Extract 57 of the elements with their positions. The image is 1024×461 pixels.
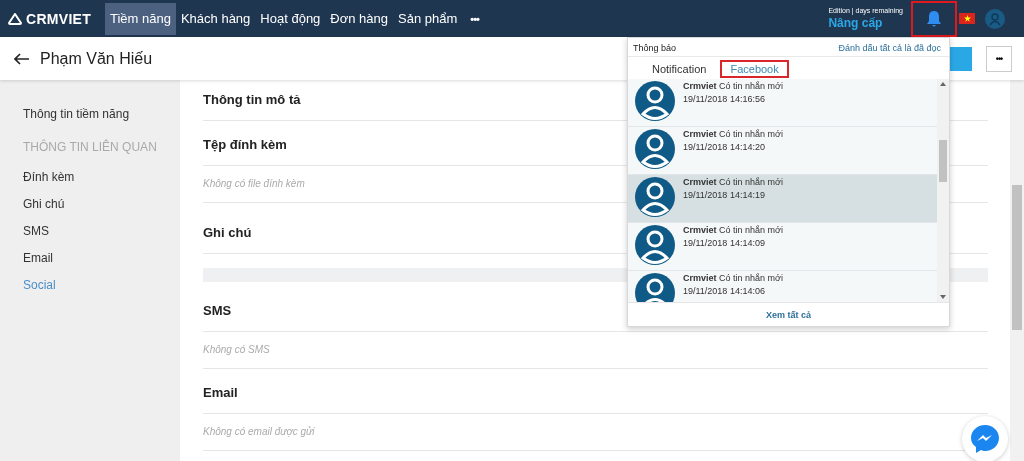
scroll-up-arrow-icon[interactable] [940,82,946,86]
notification-message: Crmviet Có tin nhắn mới [683,129,783,139]
see-all-link[interactable]: Xem tất cả [766,309,811,320]
record-title: Phạm Văn Hiếu [40,49,153,68]
notification-message: Crmviet Có tin nhắn mới [683,81,783,91]
sidebar-item[interactable]: SMS [23,223,180,250]
upgrade-link[interactable]: Nâng cấp [828,16,903,30]
notification-bell-button[interactable] [911,0,957,37]
scrollbar-thumb[interactable] [939,139,947,182]
flag-icon[interactable] [959,13,975,24]
panel-tab[interactable]: Notification [642,60,717,78]
notification-time: 19/11/2018 14:14:20 [683,142,766,152]
notification-message: Crmviet Có tin nhắn mới [683,225,783,235]
notification-item[interactable]: Crmviet Có tin nhắn mới 19/11/2018 14:16:56 [628,79,937,127]
bell-icon [926,9,942,28]
nav-item[interactable]: Sản phẩm [393,2,463,35]
notification-item[interactable]: Crmviet Có tin nhắn mới 19/11/2018 14:14:09 [628,223,937,271]
nav-item[interactable]: Khách hàng [175,2,256,35]
section-title: Email [203,377,988,414]
nav-item[interactable]: Tiềm năng [105,2,176,35]
avatar-icon [635,273,675,302]
back-arrow-icon[interactable] [14,52,30,65]
logo-icon [8,12,22,25]
notification-time: 19/11/2018 14:14:06 [683,286,766,296]
scroll-down-arrow-icon[interactable] [940,295,946,299]
sidebar-item[interactable]: Thông tin tiềm năng [23,106,180,133]
logo-text: CRMVIET [26,10,92,27]
avatar-icon [635,177,675,217]
more-menu[interactable]: ••• [462,12,487,25]
notification-time: 19/11/2018 14:14:19 [683,190,766,200]
notification-message: Crmviet Có tin nhắn mới [683,273,783,283]
sidebar-item[interactable]: Ghi chú [23,196,180,223]
page-scrollbar[interactable] [1010,80,1024,461]
nav-item[interactable]: Đơn hàng [325,2,394,35]
scrollbar-thumb[interactable] [1012,185,1022,330]
mark-all-read-link[interactable]: Đánh dấu tất cả là đã đọc [838,43,941,53]
chat-bubble-icon [969,423,1001,455]
notification-time: 19/11/2018 14:14:09 [683,238,766,248]
empty-message: Không có SMS [203,332,988,369]
avatar-icon [635,81,675,121]
panel-title: Thông báo [633,43,677,53]
avatar-icon [635,225,675,265]
notification-message: Crmviet Có tin nhắn mới [683,177,783,187]
notification-item[interactable]: Crmviet Có tin nhắn mới 19/11/2018 14:14:19 [628,175,937,223]
logo[interactable]: CRMVIET [8,10,105,27]
sidebar-heading: THÔNG TIN LIÊN QUAN [23,139,158,156]
sidebar-item[interactable]: Email [23,250,180,277]
avatar-icon [635,129,675,169]
sidebar-item[interactable]: Đính kèm [23,169,180,196]
more-button[interactable]: ••• [986,45,1012,72]
list-scrollbar[interactable] [937,79,949,302]
action-button[interactable] [948,46,972,71]
notification-item[interactable]: Crmviet Có tin nhắn mới 19/11/2018 14:14:20 [628,127,937,175]
panel-tab[interactable]: Facebook [720,60,789,78]
nav-item[interactable]: Hoạt động [255,2,326,35]
notification-time: 19/11/2018 14:16:56 [683,94,766,104]
messenger-chat-button[interactable] [962,416,1008,461]
